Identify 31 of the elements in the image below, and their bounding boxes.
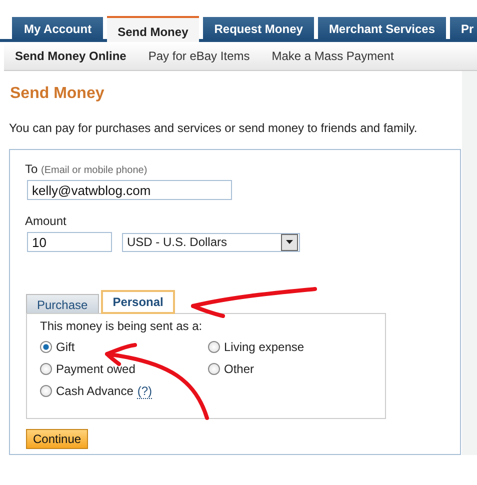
field-hint: (Email or mobile phone) (41, 165, 148, 176)
radio-button[interactable] (208, 363, 220, 375)
nav-tab[interactable]: Send Money (106, 16, 200, 42)
field-label: To (25, 162, 38, 176)
nav-tab[interactable]: Pr (450, 17, 477, 39)
intro-text: You can pay for purchases and services or send money to friends and family. (9, 121, 418, 135)
sub-nav-link[interactable]: Make a Mass Payment (272, 49, 394, 63)
field-label: Amount (25, 214, 66, 228)
currency-dropdown[interactable]: USD - U.S. Dollars (122, 232, 300, 252)
payment-type-tab[interactable]: Personal (100, 290, 176, 314)
amount-field[interactable]: 10 (27, 232, 112, 252)
radio-button[interactable] (40, 385, 52, 397)
recipient-field[interactable]: kelly@vatwblog.com (27, 180, 232, 200)
nav-tab[interactable]: Request Money (203, 17, 314, 39)
radio-button[interactable] (40, 363, 52, 375)
option-label: Living expense (224, 340, 304, 354)
option-label: Cash Advance (56, 384, 134, 398)
sub-nav-link[interactable]: Pay for eBay Items (148, 49, 250, 63)
option-label: Gift (56, 340, 75, 354)
nav-tab[interactable]: My Account (12, 17, 103, 39)
continue-button[interactable]: Continue (26, 429, 88, 449)
radio-button[interactable] (40, 341, 52, 353)
option-label: Other (224, 362, 254, 376)
help-link[interactable]: (?) (137, 384, 152, 398)
sub-nav-link[interactable]: Send Money Online (15, 49, 126, 63)
question-text: This money is being sent as a: (40, 319, 204, 333)
payment-type-tab[interactable]: Purchase (26, 294, 99, 313)
option-label: Payment owed (56, 362, 136, 376)
page-heading: Send Money (9, 84, 106, 103)
radio-button[interactable] (208, 341, 220, 353)
nav-tab[interactable]: Merchant Services (318, 17, 446, 39)
